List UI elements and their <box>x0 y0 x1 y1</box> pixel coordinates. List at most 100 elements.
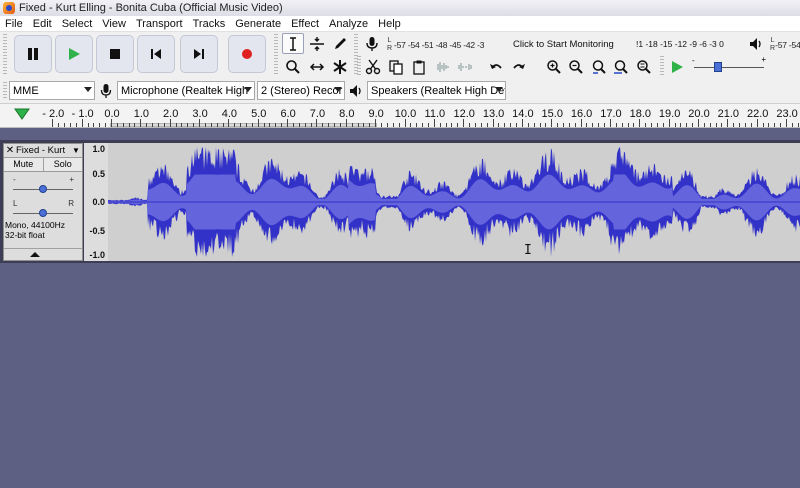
ruler-tick <box>504 123 506 127</box>
menu-view[interactable]: View <box>97 18 131 30</box>
play-at-speed-button[interactable] <box>666 56 688 77</box>
ruler-tick <box>310 123 312 127</box>
amplitude-scale[interactable]: 1.0 0.5 0.0 -0.5 -1.0 <box>84 143 108 261</box>
ruler-tick <box>580 119 582 127</box>
amplitude-label: 0.0 <box>92 197 105 207</box>
gain-slider[interactable]: - + <box>4 172 82 196</box>
toolbar-grip[interactable] <box>274 34 278 76</box>
menu-analyze[interactable]: Analyze <box>324 18 373 30</box>
track-menu-arrow-icon[interactable]: ▼ <box>70 146 82 155</box>
menu-transport[interactable]: Transport <box>131 18 188 30</box>
undo-button[interactable] <box>485 56 507 77</box>
pan-slider[interactable]: L R <box>4 196 82 220</box>
toolbar-grip[interactable] <box>357 56 361 76</box>
recording-channels-select[interactable]: 2 (Stereo) Recor <box>257 81 345 100</box>
close-track-icon[interactable]: ✕ <box>4 145 16 156</box>
ruler-tick-label: 6.0 <box>280 108 296 120</box>
ruler-tick <box>533 123 535 127</box>
selection-tool[interactable] <box>282 33 304 54</box>
recording-device-select[interactable]: Microphone (Realtek High <box>117 81 255 100</box>
ruler-tick <box>656 123 658 127</box>
menu-edit[interactable]: Edit <box>28 18 57 30</box>
mute-button[interactable]: Mute <box>4 158 44 171</box>
envelope-tool[interactable] <box>306 33 328 54</box>
zoom-toggle-button[interactable] <box>633 56 655 77</box>
track-name-menu[interactable]: Fixed - Kurt <box>16 145 70 156</box>
ruler-tick <box>768 123 770 127</box>
cut-button[interactable] <box>362 56 384 77</box>
ruler-tick <box>457 123 459 127</box>
ruler-tick <box>786 119 788 127</box>
pan-slider-thumb[interactable] <box>39 209 47 217</box>
draw-tool[interactable] <box>329 33 351 54</box>
record-meter[interactable]: LR -57 -54 -51 -48 -45 -42 -3 <box>385 35 484 55</box>
play-button[interactable] <box>55 35 93 73</box>
ruler-tick <box>281 123 283 127</box>
ruler-tick <box>609 119 611 127</box>
ruler-tick <box>404 119 406 127</box>
ruler-tick <box>99 123 101 127</box>
menu-effect[interactable]: Effect <box>286 18 324 30</box>
zoom-in-button[interactable] <box>543 56 565 77</box>
time-shift-tool[interactable] <box>306 56 328 77</box>
audacity-logo-icon <box>3 2 15 14</box>
ruler-tick <box>398 123 400 127</box>
play-speed-slider[interactable]: - + <box>690 55 768 76</box>
waveform-display[interactable] <box>108 143 800 261</box>
skip-to-start-button[interactable] <box>137 35 175 73</box>
ruler-tick-label: - 2.0 <box>42 108 65 120</box>
speed-minus-label: - <box>692 56 695 65</box>
ruler-tick <box>439 123 441 127</box>
fit-project-button[interactable] <box>610 56 632 77</box>
menu-file[interactable]: File <box>0 18 28 30</box>
zoom-toggle-icon <box>637 59 651 74</box>
ruler-tick <box>81 119 83 127</box>
ruler-tick <box>539 123 541 127</box>
playback-device-select[interactable]: Speakers (Realtek High Def <box>367 81 506 100</box>
pinned-play-head-icon[interactable] <box>13 107 33 121</box>
menu-select[interactable]: Select <box>57 18 98 30</box>
ruler-tick-label: 20.0 <box>688 108 710 120</box>
collapse-track-button[interactable] <box>4 248 82 260</box>
start-monitoring-prompt[interactable]: Click to Start Monitoring <box>513 39 614 50</box>
playback-meter-button[interactable] <box>745 33 767 54</box>
menu-tracks[interactable]: Tracks <box>188 18 231 30</box>
track-control-panel: ✕ Fixed - Kurt ▼ Mute Solo - + L R Mono,… <box>3 143 83 261</box>
stop-button[interactable] <box>96 35 134 73</box>
speed-slider-thumb[interactable] <box>714 62 722 72</box>
toolbar-grip[interactable] <box>3 34 7 76</box>
timeline-ruler[interactable]: - 2.0 - 1.0 0.0 1.0 2.0 3.0 4.0 5.0 6.0 7.0 8.0 9.0… <box>0 104 800 128</box>
zoom-out-button[interactable] <box>565 56 587 77</box>
toolbar-grip[interactable] <box>660 56 664 76</box>
playback-meter[interactable]: LR -57 -54 -51 -48 -45 -42 -39 -36 -33 -… <box>770 35 800 55</box>
ruler-tick <box>204 123 206 127</box>
ruler-tick <box>251 123 253 127</box>
ruler-tick <box>797 123 799 127</box>
fit-selection-button[interactable] <box>588 56 610 77</box>
redo-icon <box>513 63 525 69</box>
paste-button[interactable] <box>408 56 430 77</box>
ruler-tick-label: 11.0 <box>424 108 446 120</box>
ruler-tick-label: 17.0 <box>600 108 622 120</box>
redo-button[interactable] <box>508 56 530 77</box>
copy-button[interactable] <box>385 56 407 77</box>
ruler-tick-label: 1.0 <box>133 108 149 120</box>
toolbar-grip[interactable] <box>3 82 7 100</box>
record-button[interactable] <box>228 35 266 73</box>
ruler-tick <box>381 123 383 127</box>
skip-to-end-button[interactable] <box>180 35 218 73</box>
gain-slider-thumb[interactable] <box>39 185 47 193</box>
selection-bar[interactable] <box>110 123 377 127</box>
record-meter-button[interactable] <box>361 33 383 54</box>
menu-generate[interactable]: Generate <box>230 18 286 30</box>
menu-help[interactable]: Help <box>373 18 406 30</box>
audio-host-select[interactable]: MME <box>9 81 95 100</box>
multi-tool[interactable] <box>329 56 351 77</box>
trim-button[interactable] <box>431 56 453 77</box>
solo-button[interactable]: Solo <box>43 158 82 171</box>
ruler-tick <box>328 123 330 127</box>
meter-left-label: L <box>387 37 392 44</box>
silence-button[interactable] <box>454 56 476 77</box>
pause-button[interactable] <box>14 35 52 73</box>
zoom-tool[interactable] <box>282 56 304 77</box>
